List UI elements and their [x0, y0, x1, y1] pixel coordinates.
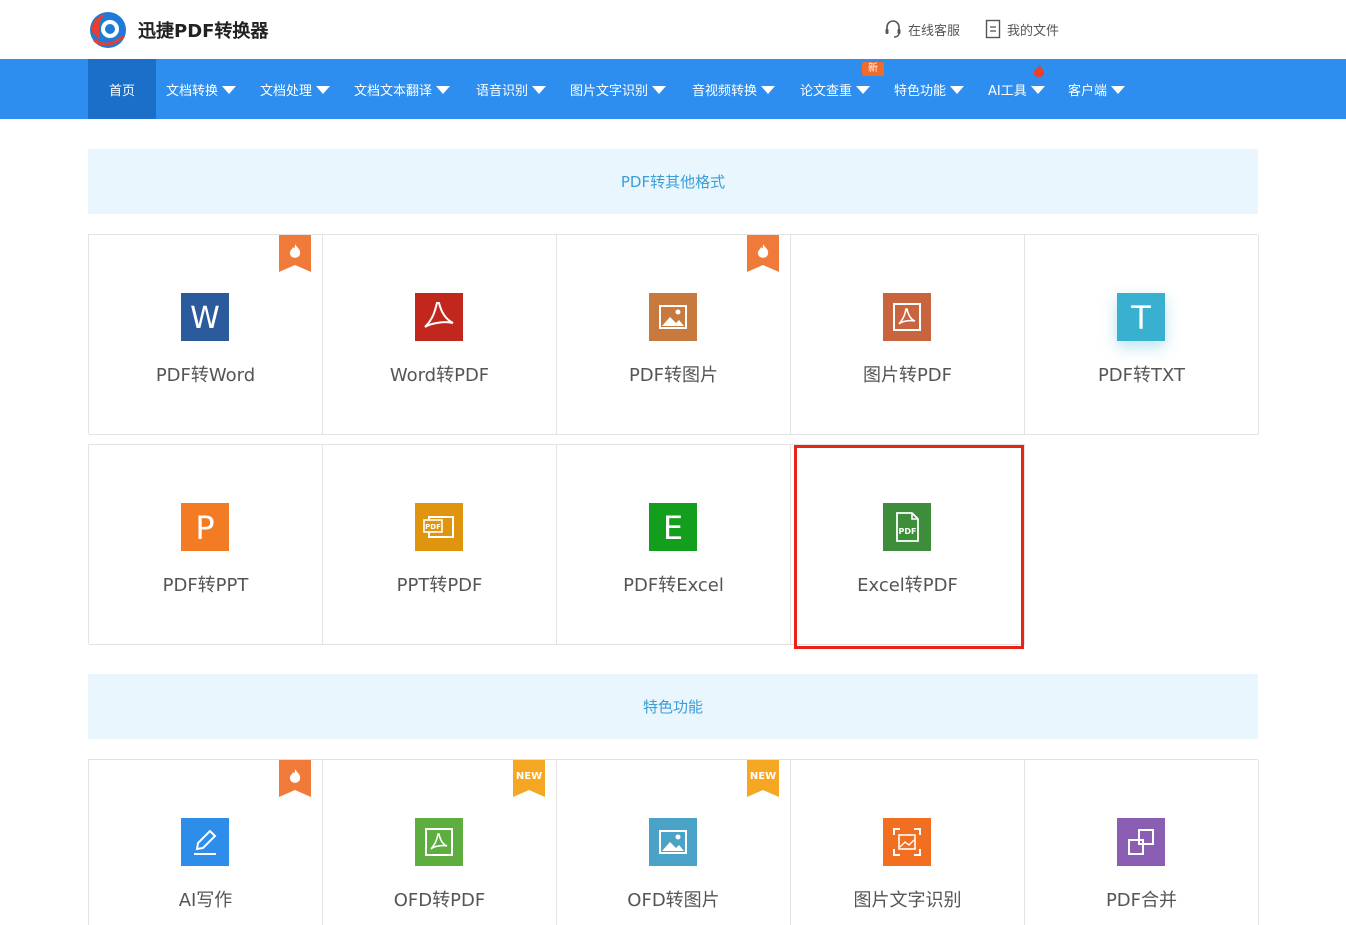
new-ribbon-icon: NEW: [747, 760, 779, 797]
tool-card-ppt-to-pdf[interactable]: PDF PPT转PDF: [323, 445, 557, 645]
svg-text:NEW: NEW: [750, 771, 776, 782]
ofd-to-image-icon: [649, 818, 697, 866]
caret-down-icon: [532, 85, 547, 94]
tool-card-ofd-to-image[interactable]: NEW OFD转图片: [557, 760, 791, 925]
logo-text[interactable]: 迅捷PDF转换器: [138, 17, 268, 43]
svg-text:PDF: PDF: [425, 523, 441, 531]
my-files-link[interactable]: 我的文件: [985, 17, 1059, 41]
tool-label: PDF转PPT: [162, 575, 249, 596]
nav-label: 音视频转换: [692, 83, 758, 99]
nav-label: 首页: [108, 83, 135, 99]
tool-label: OFD转PDF: [393, 890, 486, 911]
section-title-features: 特色功能: [88, 674, 1258, 739]
tool-label: 图片转PDF: [862, 365, 953, 386]
ofd-to-pdf-icon: [415, 818, 463, 866]
online-service-label: 在线客服: [908, 23, 961, 39]
hot-ribbon-icon: [279, 760, 311, 797]
my-files-label: 我的文件: [1007, 23, 1060, 39]
nav-item-doc-process[interactable]: 文档处理: [260, 59, 331, 119]
headset-icon: [885, 20, 901, 38]
merge-icon: [1117, 818, 1165, 866]
tool-card-word-to-pdf[interactable]: Word转PDF: [323, 235, 557, 435]
logo-icon[interactable]: [88, 10, 128, 50]
caret-down-icon: [652, 85, 667, 94]
tool-card-pdf-to-word[interactable]: W PDF转Word: [89, 235, 323, 435]
tool-card-ocr[interactable]: 图片文字识别: [791, 760, 1025, 925]
nav-label: 特色功能: [894, 83, 947, 99]
caret-down-icon: [1111, 85, 1126, 94]
excel-icon: E: [649, 503, 697, 551]
nav-label: 客户端: [1068, 83, 1108, 99]
pdf-acrobat-icon: [415, 293, 463, 341]
nav-item-client[interactable]: 客户端: [1068, 59, 1126, 119]
new-ribbon-icon: NEW: [513, 760, 545, 797]
pen-icon: [181, 818, 229, 866]
text-icon: T: [1117, 293, 1165, 341]
tool-label: PPT转PDF: [396, 575, 483, 596]
nav-item-features[interactable]: 特色功能: [894, 59, 965, 119]
nav-label: 语音识别: [476, 83, 529, 99]
nav-item-home[interactable]: 首页: [88, 59, 156, 119]
caret-down-icon: [950, 85, 965, 94]
tool-card-pdf-to-ppt[interactable]: P PDF转PPT: [89, 445, 323, 645]
svg-text:P: P: [195, 509, 214, 547]
main-nav: 首页 文档转换 文档处理 文档文本翻译 语音识别 图片文字识别 音视频转换 论文…: [0, 59, 1346, 119]
hot-ribbon-icon: [279, 235, 311, 272]
tool-label: PDF转Word: [155, 365, 256, 386]
nav-item-doc-convert[interactable]: 文档转换: [166, 59, 237, 119]
tool-card-pdf-merge[interactable]: PDF合并: [1025, 760, 1259, 925]
caret-down-icon: [436, 85, 451, 94]
tool-label: PDF转图片: [628, 365, 719, 386]
image-to-pdf-icon: [883, 293, 931, 341]
nav-item-ocr[interactable]: 图片文字识别: [570, 59, 667, 119]
tool-label: 图片文字识别: [853, 890, 962, 911]
tool-label: PDF转TXT: [1097, 365, 1186, 386]
document-icon: [985, 19, 1001, 39]
tool-label: PDF转Excel: [623, 575, 724, 596]
caret-down-icon: [856, 85, 871, 94]
tool-label: OFD转图片: [627, 890, 720, 911]
nav-item-translate[interactable]: 文档文本翻译: [354, 59, 451, 119]
svg-text:NEW: NEW: [516, 771, 542, 782]
nav-item-av-convert[interactable]: 音视频转换: [692, 59, 776, 119]
tool-card-ai-writing[interactable]: AI写作: [89, 760, 323, 925]
flame-icon: [1033, 64, 1045, 77]
svg-text:W: W: [190, 301, 220, 336]
hot-ribbon-icon: [747, 235, 779, 272]
caret-down-icon: [761, 85, 776, 94]
top-header: 迅捷PDF转换器 在线客服 我的文件: [0, 0, 1346, 59]
nav-label: 文档文本翻译: [354, 83, 433, 99]
ppt-to-pdf-icon: PDF: [415, 503, 463, 551]
new-badge: 新: [862, 62, 884, 76]
caret-down-icon: [222, 85, 237, 94]
svg-text:T: T: [1130, 299, 1151, 337]
tool-card-pdf-to-txt[interactable]: T PDF转TXT: [1025, 235, 1259, 435]
caret-down-icon: [1030, 85, 1045, 94]
nav-label: 图片文字识别: [570, 83, 649, 99]
nav-label: 论文查重: [800, 83, 853, 99]
tool-label: PDF合并: [1105, 890, 1178, 911]
nav-item-plagiarism[interactable]: 论文查重: [800, 59, 871, 119]
nav-label: 文档转换: [166, 83, 219, 99]
tool-card-image-to-pdf[interactable]: 图片转PDF: [791, 235, 1025, 435]
tool-card-pdf-to-excel[interactable]: E PDF转Excel: [557, 445, 791, 645]
nav-item-speech[interactable]: 语音识别: [476, 59, 547, 119]
image-icon: [649, 293, 697, 341]
tool-grid-row-1: W PDF转Word Word转PDF PDF转图片 图片转PDF T PDF转…: [88, 234, 1259, 435]
caret-down-icon: [316, 85, 331, 94]
tool-grid-row-3: AI写作 NEW OFD转PDF NEW OFD转图片 图片文字识别 PDF合并: [88, 759, 1259, 925]
ocr-icon: [883, 818, 931, 866]
tool-card-pdf-to-image[interactable]: PDF转图片: [557, 235, 791, 435]
tool-card-ofd-to-pdf[interactable]: NEW OFD转PDF: [323, 760, 557, 925]
nav-label: 文档处理: [260, 83, 313, 99]
svg-text:E: E: [663, 509, 683, 547]
ppt-icon: P: [181, 503, 229, 551]
tool-label: Word转PDF: [389, 365, 490, 386]
selection-highlight-box: [794, 445, 1024, 649]
online-service-link[interactable]: 在线客服: [884, 17, 960, 41]
word-icon: W: [181, 293, 229, 341]
section-title-pdf-convert: PDF转其他格式: [88, 149, 1258, 214]
nav-label: AI工具: [988, 83, 1027, 99]
tool-label: AI写作: [178, 890, 233, 911]
